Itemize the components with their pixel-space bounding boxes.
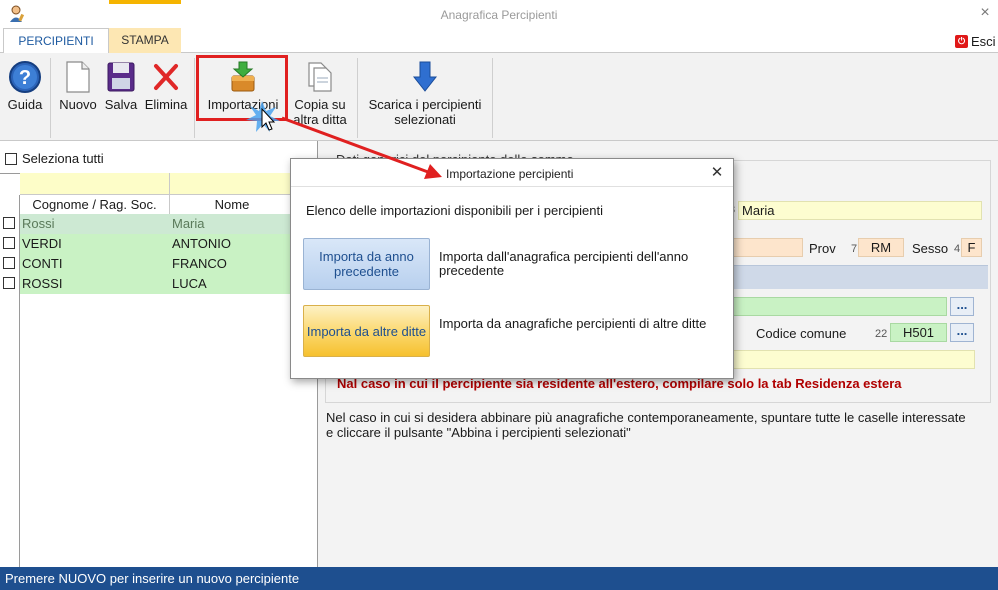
ribbon-separator — [492, 58, 493, 138]
dialog-description: Elenco delle importazioni disponibili pe… — [306, 203, 603, 218]
comune-field[interactable] — [733, 238, 803, 257]
power-icon: ⏻ — [955, 34, 968, 48]
prov-label: Prov — [809, 241, 836, 256]
residenza-field[interactable] — [733, 297, 947, 316]
stampa-tab-accent — [109, 0, 181, 4]
scarica-button[interactable]: Scarica i percipienti selezionati — [362, 60, 488, 132]
table-row[interactable]: VERDI ANTONIO — [20, 234, 318, 254]
indirizzo-field[interactable] — [733, 350, 975, 369]
sesso-label: Sesso — [912, 241, 949, 256]
nome-field[interactable]: Maria — [738, 201, 982, 220]
importa-anno-precedente-button[interactable]: Importa da anno precedente — [303, 238, 430, 290]
tab-stampa[interactable]: STAMPA — [109, 28, 181, 53]
importazioni-highlight-box — [196, 55, 288, 121]
exit-label: Esci — [971, 33, 996, 49]
row-checkbox[interactable] — [3, 217, 15, 229]
grid-check-column — [0, 195, 20, 567]
info-text: Nel caso in cui si desidera abbinare più… — [326, 410, 966, 440]
dialog-close-icon[interactable]: ✕ — [708, 163, 726, 181]
row-checkbox[interactable] — [3, 257, 15, 269]
codice-comune-number: 22 — [875, 328, 888, 340]
elimina-button[interactable]: Elimina — [142, 60, 190, 132]
salva-button[interactable]: Salva — [102, 60, 140, 132]
sesso-field[interactable]: F — [961, 238, 982, 257]
header-nome[interactable]: Nome — [170, 197, 294, 213]
window-title: Anagrafica Percipienti — [440, 8, 558, 22]
cell-cognome: ROSSI — [22, 276, 63, 291]
section-header-band — [730, 265, 988, 289]
row-checkbox[interactable] — [3, 237, 15, 249]
guida-button[interactable]: ? Guida — [4, 60, 46, 132]
importa-anno-description: Importa dall'anagrafica percipienti dell… — [439, 249, 689, 278]
prov-field[interactable]: RM — [858, 238, 904, 257]
elimina-label: Elimina — [144, 97, 188, 112]
select-all-checkbox[interactable]: Seleziona tutti — [5, 151, 104, 166]
header-cognome[interactable]: Cognome / Rag. Soc. — [20, 197, 169, 213]
ribbon-separator — [357, 58, 358, 138]
importa-ditte-description: Importa da anagrafiche percipienti di al… — [439, 316, 707, 331]
row-checkbox[interactable] — [3, 277, 15, 289]
importa-altre-ditte-button[interactable]: Importa da altre ditte — [303, 305, 430, 357]
help-icon: ? — [9, 61, 41, 93]
download-arrow-icon — [412, 61, 438, 92]
status-bar: Premere NUOVO per inserire un nuovo perc… — [0, 567, 998, 590]
ribbon-separator — [194, 58, 195, 138]
cell-cognome: VERDI — [22, 236, 62, 251]
copia-label-line2: altra ditta — [293, 112, 347, 127]
tab-percipienti[interactable]: PERCIPIENTI — [3, 28, 109, 54]
new-document-icon — [66, 61, 90, 93]
window-close-button[interactable]: × — [975, 4, 995, 24]
checkbox-box[interactable] — [5, 152, 17, 165]
copia-button[interactable]: Copia su altra ditta — [288, 60, 352, 132]
column-divider — [169, 195, 170, 215]
prov-number: 7 — [851, 243, 858, 255]
exit-button[interactable]: ⏻ Esci — [955, 33, 996, 49]
dialog-title: Importazione percipienti — [446, 167, 574, 181]
select-all-label: Seleziona tutti — [22, 151, 104, 166]
nuovo-button[interactable]: Nuovo — [55, 60, 101, 132]
svg-text:?: ? — [19, 67, 31, 89]
salva-label: Salva — [104, 97, 138, 112]
copia-label-line1: Copia su — [294, 97, 346, 112]
codice-comune-field[interactable]: H501 — [890, 323, 947, 342]
scarica-label-line1: Scarica i percipienti — [368, 97, 482, 112]
column-divider — [169, 173, 170, 195]
table-row[interactable]: CONTI FRANCO — [20, 254, 318, 274]
save-floppy-icon — [107, 62, 135, 92]
cell-cognome: Rossi — [22, 216, 55, 231]
codice-lookup-button[interactable]: ... — [950, 323, 974, 342]
ribbon-separator — [50, 58, 51, 138]
sesso-number: 4 — [954, 243, 961, 255]
scarica-label-line2: selezionati — [394, 112, 456, 127]
copy-documents-icon — [308, 62, 332, 92]
lookup-button[interactable]: ... — [950, 297, 974, 316]
codice-comune-label: Codice comune — [756, 326, 847, 341]
nuovo-label: Nuovo — [59, 97, 97, 112]
table-row[interactable]: ROSSI LUCA — [20, 274, 318, 294]
delete-x-icon — [154, 64, 178, 90]
guida-label: Guida — [7, 97, 43, 112]
table-row[interactable]: Rossi Maria — [20, 214, 318, 234]
cell-cognome: CONTI — [22, 256, 63, 271]
